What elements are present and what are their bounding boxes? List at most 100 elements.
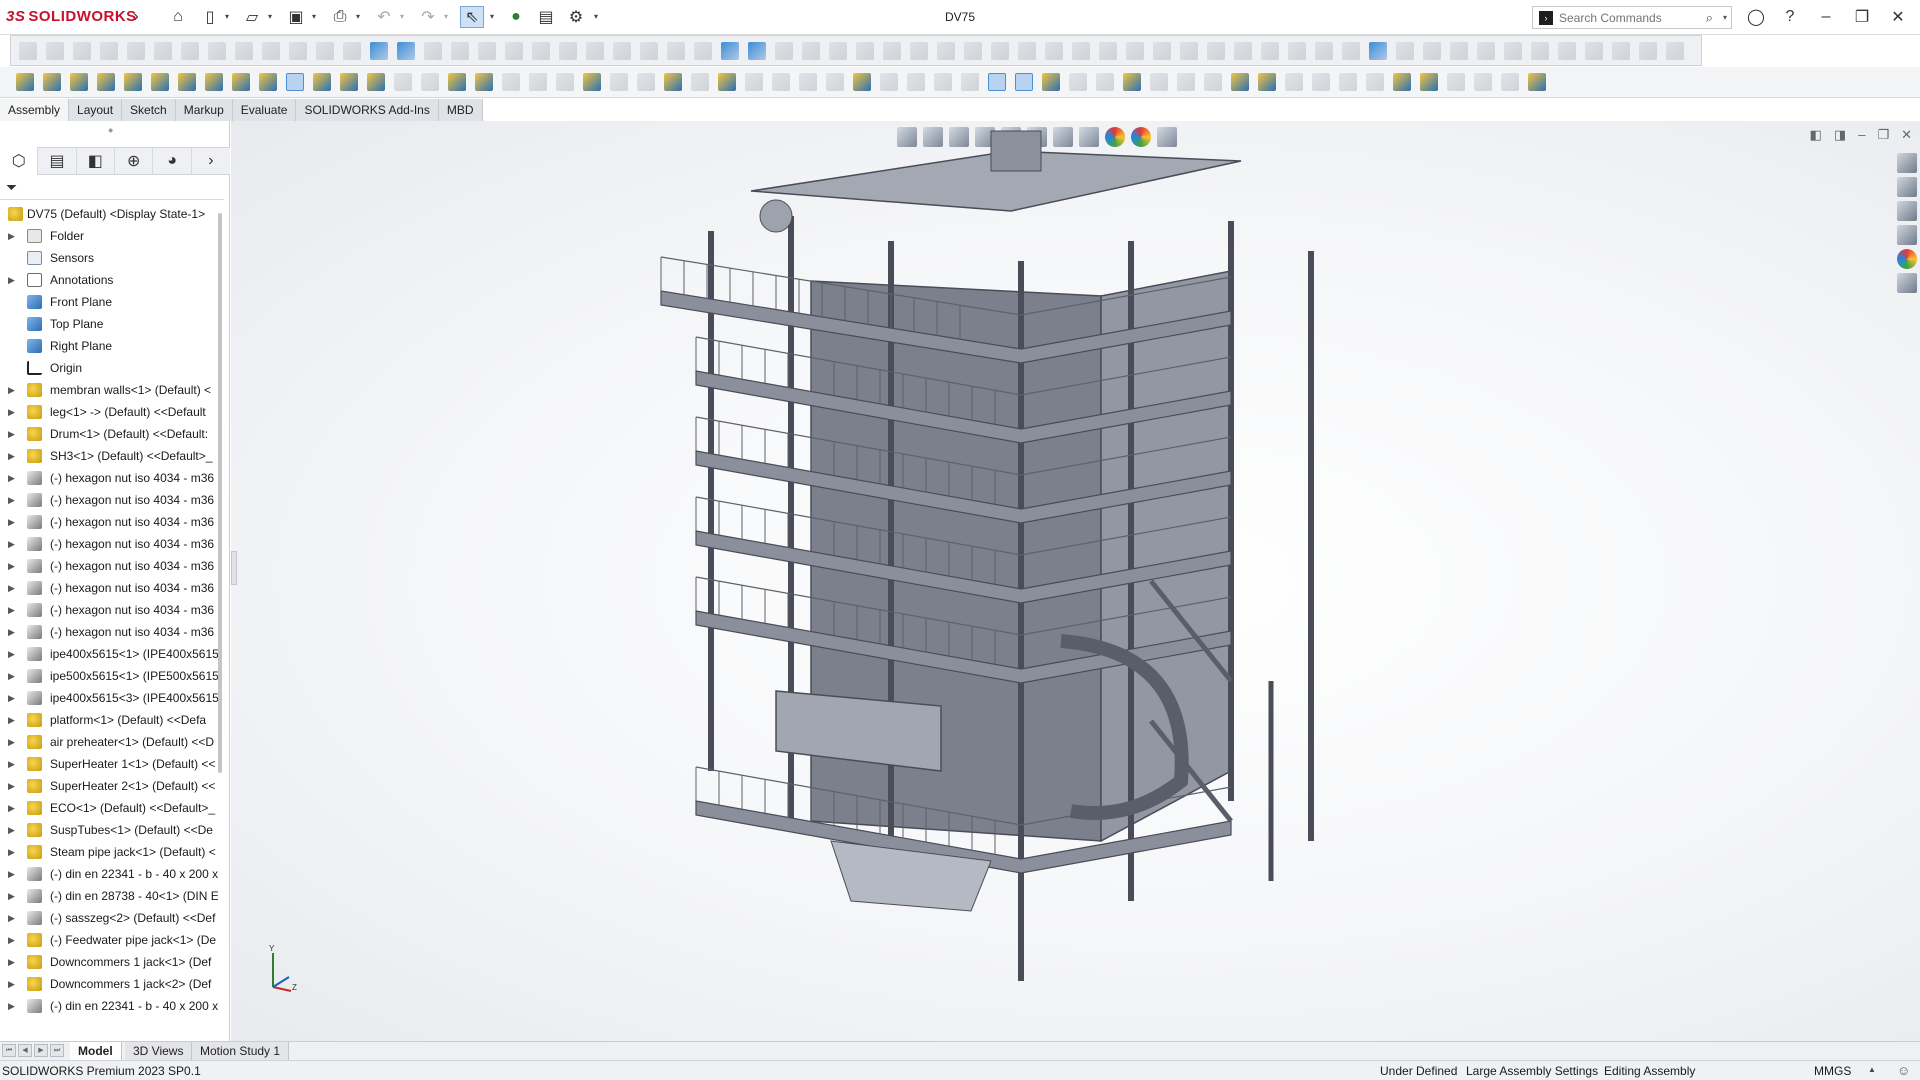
toolbar-tool-icon[interactable]	[637, 73, 655, 91]
tab-sketch[interactable]: Sketch	[122, 99, 176, 121]
search-icon[interactable]: ⌕	[1706, 10, 1713, 26]
tree-item[interactable]: ▶ SuspTubes<1> (Default) <<De	[0, 819, 218, 841]
toolbar-tool-icon[interactable]	[1423, 42, 1441, 60]
toolbar-tool-icon[interactable]	[610, 73, 628, 91]
tree-item[interactable]: ▶ (-) Feedwater pipe jack<1> (De	[0, 929, 218, 951]
expand-arrow-icon[interactable]: ▶	[8, 929, 18, 951]
toolbar-tool-icon[interactable]	[1639, 42, 1657, 60]
tree-item[interactable]: ▶ (-) din en 22341 - b - 40 x 200 x	[0, 995, 218, 1017]
expand-arrow-icon[interactable]: ▶	[8, 533, 18, 555]
tab-solidworks-add-ins[interactable]: SOLIDWORKS Add-Ins	[296, 99, 439, 121]
toolbar-tool-icon[interactable]	[1180, 42, 1198, 60]
toolbar-tool-icon[interactable]	[934, 73, 952, 91]
expand-arrow-icon[interactable]: ▶	[8, 863, 18, 885]
toolbar-tool-icon[interactable]	[802, 42, 820, 60]
close-icon[interactable]: ✕	[1884, 4, 1912, 30]
tab-model[interactable]: Model	[70, 1042, 122, 1061]
toolbar-tool-icon[interactable]	[799, 73, 817, 91]
dimxpert-manager-tab-icon[interactable]: ⊕	[115, 147, 154, 175]
toolbar-tool-icon[interactable]	[1366, 73, 1384, 91]
display-manager-tab-icon[interactable]: ◕	[153, 147, 192, 175]
toolbar-tool-icon[interactable]	[100, 42, 118, 60]
tree-item[interactable]: ▶ (-) din en 22341 - b - 40 x 200 x	[0, 863, 218, 885]
toolbar-tool-icon[interactable]	[448, 73, 466, 91]
toolbar-tool-icon[interactable]	[16, 73, 34, 91]
toolbar-tool-icon[interactable]	[1018, 42, 1036, 60]
restore-icon[interactable]: ❐	[1848, 4, 1876, 30]
expand-arrow-icon[interactable]: ▶	[8, 973, 18, 995]
toolbar-tool-icon[interactable]	[1123, 73, 1141, 91]
toolbar-tool-icon[interactable]	[1315, 42, 1333, 60]
tree-item[interactable]: ▶ Annotations	[0, 269, 218, 291]
toolbar-tool-icon[interactable]	[1099, 42, 1117, 60]
tab-motion-study-1[interactable]: Motion Study 1	[192, 1042, 290, 1061]
tree-item[interactable]: ▶ air preheater<1> (Default) <<D	[0, 731, 218, 753]
toolbar-tool-icon[interactable]	[1069, 73, 1087, 91]
last-tab-icon[interactable]: ⏭	[50, 1044, 64, 1057]
expand-arrow-icon[interactable]: ▶	[8, 489, 18, 511]
toolbar-tool-icon[interactable]	[1477, 42, 1495, 60]
expand-arrow-icon[interactable]: ▶	[8, 951, 18, 973]
toolbar-tool-icon[interactable]	[883, 42, 901, 60]
toolbar-tool-icon[interactable]	[745, 73, 763, 91]
tree-item[interactable]: ▶ (-) hexagon nut iso 4034 - m36	[0, 511, 218, 533]
tree-item[interactable]: ▶ (-) sasszeg<2> (Default) <<Def	[0, 907, 218, 929]
tab-mbd[interactable]: MBD	[438, 99, 483, 121]
toolbar-tool-icon[interactable]	[235, 42, 253, 60]
expand-arrow-icon[interactable]: ▶	[8, 731, 18, 753]
toolbar-tool-icon[interactable]	[1288, 42, 1306, 60]
toolbar-tool-icon[interactable]	[178, 73, 196, 91]
expand-arrow-icon[interactable]: ▶	[8, 797, 18, 819]
first-tab-icon[interactable]: ⏮	[2, 1044, 16, 1057]
toolbar-tool-icon[interactable]	[1258, 73, 1276, 91]
tree-root[interactable]: DV75 (Default) <Display State-1>	[0, 203, 218, 225]
toolbar-tool-icon[interactable]	[1528, 73, 1546, 91]
redo-icon[interactable]: ↷	[416, 6, 440, 28]
toolbar-tool-icon[interactable]	[691, 73, 709, 91]
toolbar-tool-icon[interactable]	[961, 73, 979, 91]
tab-3d-views[interactable]: 3D Views	[125, 1042, 193, 1061]
toolbar-tool-icon[interactable]	[127, 42, 145, 60]
tab-assembly[interactable]: Assembly	[0, 99, 70, 121]
units-dropdown-icon[interactable]: ▲	[1868, 1065, 1876, 1074]
save-dropdown-icon[interactable]: ▾	[312, 12, 320, 22]
toolbar-tool-icon[interactable]	[718, 73, 736, 91]
toolbar-tool-icon[interactable]	[613, 42, 631, 60]
tree-item[interactable]: ▶ platform<1> (Default) <<Defa	[0, 709, 218, 731]
toolbar-tool-icon[interactable]	[208, 42, 226, 60]
more-tabs-chevron-icon[interactable]: ›	[192, 147, 230, 175]
toolbar-tool-icon[interactable]	[1042, 73, 1060, 91]
expand-arrow-icon[interactable]: ▶	[8, 753, 18, 775]
tree-item[interactable]: ▶ (-) din en 28738 - 40<1> (DIN E	[0, 885, 218, 907]
expand-arrow-icon[interactable]: ▶	[8, 819, 18, 841]
toolbar-tool-icon[interactable]	[667, 42, 685, 60]
toolbar-tool-icon[interactable]	[1342, 42, 1360, 60]
toolbar-tool-icon[interactable]	[1045, 42, 1063, 60]
configuration-manager-tab-icon[interactable]: ◧	[77, 147, 116, 175]
options-dropdown-icon[interactable]: ▾	[594, 12, 602, 22]
toolbar-tool-icon[interactable]	[1369, 42, 1387, 60]
toolbar-tool-icon[interactable]	[1261, 42, 1279, 60]
toolbar-tool-icon[interactable]	[1234, 42, 1252, 60]
select-dropdown-icon[interactable]: ▾	[490, 12, 498, 22]
toolbar-tool-icon[interactable]	[43, 73, 61, 91]
toolbar-tool-icon[interactable]	[367, 73, 385, 91]
tree-item[interactable]: ▶ (-) hexagon nut iso 4034 - m36	[0, 489, 218, 511]
toolbar-tool-icon[interactable]	[1666, 42, 1684, 60]
toolbar-tool-icon[interactable]	[343, 42, 361, 60]
toolbar-tool-icon[interactable]	[370, 42, 388, 60]
tab-evaluate[interactable]: Evaluate	[232, 99, 297, 121]
toolbar-tool-icon[interactable]	[1153, 42, 1171, 60]
toolbar-tool-icon[interactable]	[1447, 73, 1465, 91]
solidworks-logo[interactable]: 3S SOLIDWORKS	[6, 8, 137, 25]
undo-dropdown-icon[interactable]: ▾	[400, 12, 408, 22]
expand-arrow-icon[interactable]: ▶	[8, 885, 18, 907]
toolbar-tool-icon[interactable]	[1420, 73, 1438, 91]
toolbar-tool-icon[interactable]	[421, 73, 439, 91]
expand-arrow-icon[interactable]: ▶	[8, 467, 18, 489]
expand-arrow-icon[interactable]: ▶	[8, 907, 18, 929]
tab-layout[interactable]: Layout	[69, 99, 123, 121]
toolbar-tool-icon[interactable]	[559, 42, 577, 60]
boiler-3d-model[interactable]	[231, 121, 1920, 1041]
expand-arrow-icon[interactable]: ▶	[8, 577, 18, 599]
